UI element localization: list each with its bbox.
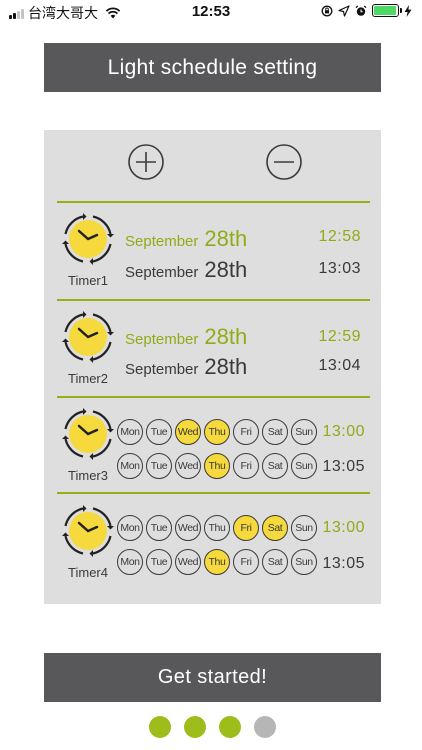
- end-days: Mon Tue Wed Thu Fri Sat Sun: [117, 453, 317, 479]
- page-indicator: [149, 716, 276, 738]
- day-chip-sat: Sat: [262, 549, 288, 575]
- get-started-button[interactable]: Get started!: [44, 653, 381, 702]
- alarm-icon: [355, 5, 367, 16]
- start-time: 12:59: [318, 328, 361, 345]
- start-month: September: [125, 233, 199, 250]
- clock-icon: [62, 311, 114, 363]
- status-right: [321, 4, 412, 17]
- end-time: 13:05: [322, 555, 365, 572]
- clock-icon: [62, 213, 114, 265]
- end-time: 13:03: [318, 260, 361, 277]
- timer-row: Timer4 Mon Tue Wed Thu Fri Sat Sun 13:00 Mon Tu…: [44, 494, 381, 590]
- day-chip-wed: Wed: [175, 515, 201, 541]
- day-chip-wed: Wed: [175, 419, 201, 445]
- plus-circle-icon: [128, 144, 164, 180]
- location-arrow-icon: [338, 4, 350, 17]
- timer-row: Timer2 September 28th 12:59 September 28…: [44, 300, 381, 396]
- end-day: 28th: [204, 354, 248, 379]
- start-date: September 28th: [125, 226, 247, 252]
- day-chip-tue: Tue: [146, 453, 172, 479]
- timer-row: Timer3 Mon Tue Wed Thu Fri Sat Sun 13:00 Mon Tu…: [44, 397, 381, 493]
- day-chip-sun: Sun: [291, 549, 317, 575]
- day-chip-tue: Tue: [146, 549, 172, 575]
- timer-label: Timer4: [68, 565, 108, 580]
- day-chip-thu: Thu: [204, 453, 230, 479]
- day-chip-tue: Tue: [146, 515, 172, 541]
- day-chip-sat: Sat: [262, 515, 288, 541]
- start-day: 28th: [204, 324, 248, 349]
- page-dot[interactable]: [149, 716, 171, 738]
- schedule-preview: Timer1 September 28th 12:58 September 28…: [44, 130, 381, 604]
- page-dot[interactable]: [219, 716, 241, 738]
- page-dot[interactable]: [254, 716, 276, 738]
- battery-fill: [374, 6, 396, 15]
- start-days: Mon Tue Wed Thu Fri Sat Sun: [117, 515, 317, 541]
- clock-icon: [62, 505, 114, 557]
- day-chip-sun: Sun: [291, 515, 317, 541]
- end-date: September 28th: [125, 257, 247, 283]
- start-time: 13:00: [322, 423, 365, 440]
- day-chip-thu: Thu: [204, 549, 230, 575]
- battery-icon: [372, 4, 402, 17]
- end-time: 13:05: [322, 458, 365, 475]
- day-chip-sun: Sun: [291, 419, 317, 445]
- end-date: September 28th: [125, 354, 247, 380]
- day-chip-fri: Fri: [233, 453, 259, 479]
- day-chip-thu: Thu: [204, 515, 230, 541]
- day-chip-sun: Sun: [291, 453, 317, 479]
- end-day: 28th: [204, 257, 248, 282]
- timer-row: Timer1 September 28th 12:58 September 28…: [44, 202, 381, 298]
- timer-label: Timer3: [68, 468, 108, 483]
- day-chip-sat: Sat: [262, 419, 288, 445]
- day-chip-mon: Mon: [117, 515, 143, 541]
- day-chip-wed: Wed: [175, 549, 201, 575]
- day-chip-mon: Mon: [117, 549, 143, 575]
- start-day: 28th: [204, 226, 248, 251]
- day-chip-fri: Fri: [233, 419, 259, 445]
- end-days: Mon Tue Wed Thu Fri Sat Sun: [117, 549, 317, 575]
- day-chip-mon: Mon: [117, 453, 143, 479]
- day-chip-sat: Sat: [262, 453, 288, 479]
- day-chip-wed: Wed: [175, 453, 201, 479]
- status-bar: 台湾大哥大 12:53: [0, 0, 422, 24]
- start-time: 13:00: [322, 519, 365, 536]
- start-month: September: [125, 331, 199, 348]
- day-chip-fri: Fri: [233, 549, 259, 575]
- start-days: Mon Tue Wed Thu Fri Sat Sun: [117, 419, 317, 445]
- start-time: 12:58: [318, 228, 361, 245]
- page-dot[interactable]: [184, 716, 206, 738]
- end-time: 13:04: [318, 357, 361, 374]
- day-chip-tue: Tue: [146, 419, 172, 445]
- end-month: September: [125, 361, 199, 378]
- clock-icon: [62, 408, 114, 460]
- timer-label: Timer1: [68, 273, 108, 288]
- day-chip-thu: Thu: [204, 419, 230, 445]
- page-title: Light schedule setting: [44, 43, 381, 92]
- minus-circle-icon: [266, 144, 302, 180]
- orientation-lock-icon: [321, 5, 333, 16]
- end-month: September: [125, 264, 199, 281]
- start-date: September 28th: [125, 324, 247, 350]
- day-chip-fri: Fri: [233, 515, 259, 541]
- timer-label: Timer2: [68, 371, 108, 386]
- charging-bolt-icon: [404, 4, 412, 17]
- day-chip-mon: Mon: [117, 419, 143, 445]
